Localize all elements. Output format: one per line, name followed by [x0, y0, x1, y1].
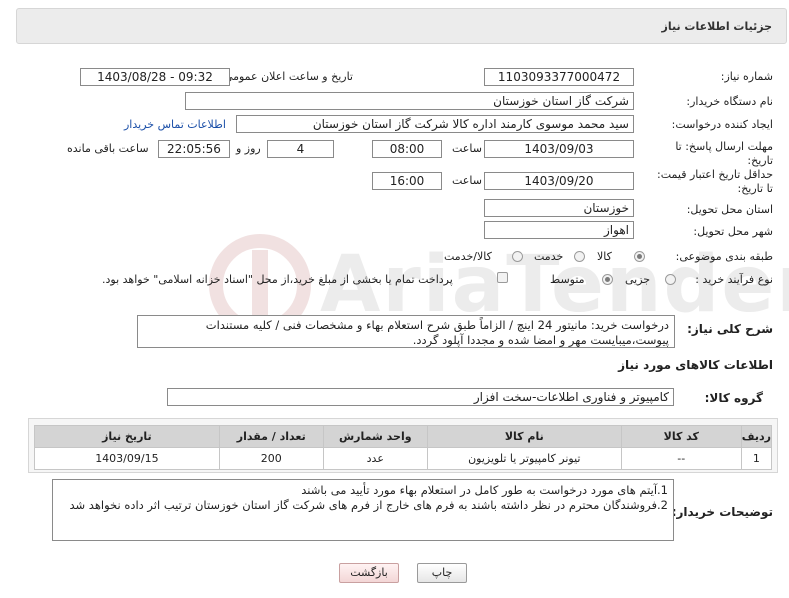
- creator-field: سید محمد موسوی کارمند اداره کالا شرکت گا…: [236, 115, 634, 133]
- col-need-date: تاریخ نیاز: [34, 425, 220, 448]
- deadline-label: مهلت ارسال پاسخ: تا تاریخ:: [675, 140, 773, 167]
- col-unit: واحد شمارش: [322, 425, 428, 448]
- remaining-time-field: 22:05:56: [158, 140, 230, 158]
- table-row: 1 -- تیونر کامپیوتر یا تلویزیون عدد 200 …: [34, 447, 773, 470]
- back-button[interactable]: بازگشت: [339, 563, 399, 583]
- cell-unit: عدد: [322, 447, 428, 470]
- days-remaining-field: 4: [267, 140, 334, 158]
- creator-label: ایجاد کننده درخواست:: [671, 118, 773, 131]
- deadline-time-label: ساعت: [452, 142, 482, 155]
- deadline-date-field: 1403/09/03: [484, 140, 634, 158]
- remaining-time-label: ساعت باقی مانده: [67, 142, 149, 155]
- category-radio-goods-service[interactable]: [512, 251, 523, 262]
- buyer-notes-label: توضیحات خریدار:: [671, 505, 773, 519]
- cell-quantity: 200: [218, 447, 324, 470]
- city-label: شهر محل تحویل:: [693, 225, 773, 238]
- col-goods-code: کد کالا: [620, 425, 742, 448]
- cell-need-date: 1403/09/15: [34, 447, 220, 470]
- summary-text-area: درخواست خرید: مانیتور 24 اینچ / الزاماً …: [137, 315, 675, 348]
- goods-table-header: ردیف کد کالا نام کالا واحد شمارش تعداد /…: [34, 425, 773, 448]
- category-option-goods-service: کالا/خدمت: [444, 250, 492, 263]
- goods-section-title: اطلاعات کالاهای مورد نیاز: [618, 358, 773, 372]
- summary-label: شرح کلی نیاز:: [687, 322, 773, 336]
- process-option-minor: جزیی: [625, 273, 651, 286]
- col-quantity: تعداد / مقدار: [218, 425, 324, 448]
- process-radio-minor[interactable]: [665, 274, 676, 285]
- category-option-service: خدمت: [534, 250, 564, 263]
- buyer-org-label: نام دستگاه خریدار:: [686, 95, 773, 108]
- details-header-panel: جزئیات اطلاعات نیاز: [16, 8, 787, 44]
- buyer-org-field: شرکت گاز استان خوزستان: [185, 92, 634, 110]
- summary-line-1: درخواست خرید: مانیتور 24 اینچ / الزاماً …: [205, 318, 669, 332]
- deadline-time-field: 08:00: [372, 140, 442, 158]
- announce-date-field: 1403/08/28 - 09:32: [80, 68, 230, 86]
- days-and-label: روز و: [236, 142, 261, 155]
- treasury-payment-note: پرداخت تمام یا بخشی از مبلغ خرید،از محل …: [102, 273, 453, 286]
- city-field: اهواز: [484, 221, 634, 239]
- category-radio-service[interactable]: [574, 251, 585, 262]
- buyer-notes-area: 1.آیتم های مورد درخواست به طور کامل در ا…: [52, 479, 674, 541]
- print-button[interactable]: چاپ: [417, 563, 467, 583]
- category-label: طبقه بندی موضوعی:: [675, 250, 773, 263]
- buyer-notes-line-2: 2.فروشندگان محترم در نظر داشته باشند به …: [69, 498, 668, 512]
- buyer-contact-link[interactable]: اطلاعات تماس خریدار: [124, 118, 226, 131]
- category-radio-goods[interactable]: [634, 251, 645, 262]
- summary-line-2: پیوست،میبایست مهر و امضا شده و مجددا آپل…: [412, 333, 669, 347]
- announce-date-label: تاریخ و ساعت اعلان عمومی:: [220, 70, 353, 83]
- cell-row-number: 1: [740, 447, 773, 470]
- process-option-medium: متوسط: [550, 273, 585, 286]
- goods-group-label: گروه کالا:: [704, 391, 763, 405]
- buyer-notes-line-1: 1.آیتم های مورد درخواست به طور کامل در ا…: [301, 483, 668, 497]
- col-goods-name: نام کالا: [426, 425, 622, 448]
- cell-goods-name: تیونر کامپیوتر یا تلویزیون: [426, 447, 622, 470]
- purchase-process-label: نوع فرآیند خرید :: [695, 273, 773, 286]
- treasury-payment-checkbox[interactable]: [497, 272, 508, 283]
- price-validity-date-field: 1403/09/20: [484, 172, 634, 190]
- price-validity-label: حداقل تاریخ اعتبار قیمت: تا تاریخ:: [657, 168, 773, 195]
- process-radio-medium[interactable]: [602, 274, 613, 285]
- category-option-goods: کالا: [597, 250, 612, 263]
- col-row-number: ردیف: [740, 425, 773, 448]
- goods-table: ردیف کد کالا نام کالا واحد شمارش تعداد /…: [34, 425, 773, 470]
- price-validity-time-field: 16:00: [372, 172, 442, 190]
- page-title: جزئیات اطلاعات نیاز: [661, 20, 773, 33]
- goods-group-field: کامپیوتر و فناوری اطلاعات-سخت افزار: [167, 388, 674, 406]
- province-field: خوزستان: [484, 199, 634, 217]
- need-number-label: شماره نیاز:: [720, 70, 773, 83]
- province-label: استان محل تحویل:: [686, 203, 773, 216]
- need-number-field: 1103093377000472: [484, 68, 634, 86]
- cell-goods-code: --: [620, 447, 742, 470]
- price-validity-time-label: ساعت: [452, 174, 482, 187]
